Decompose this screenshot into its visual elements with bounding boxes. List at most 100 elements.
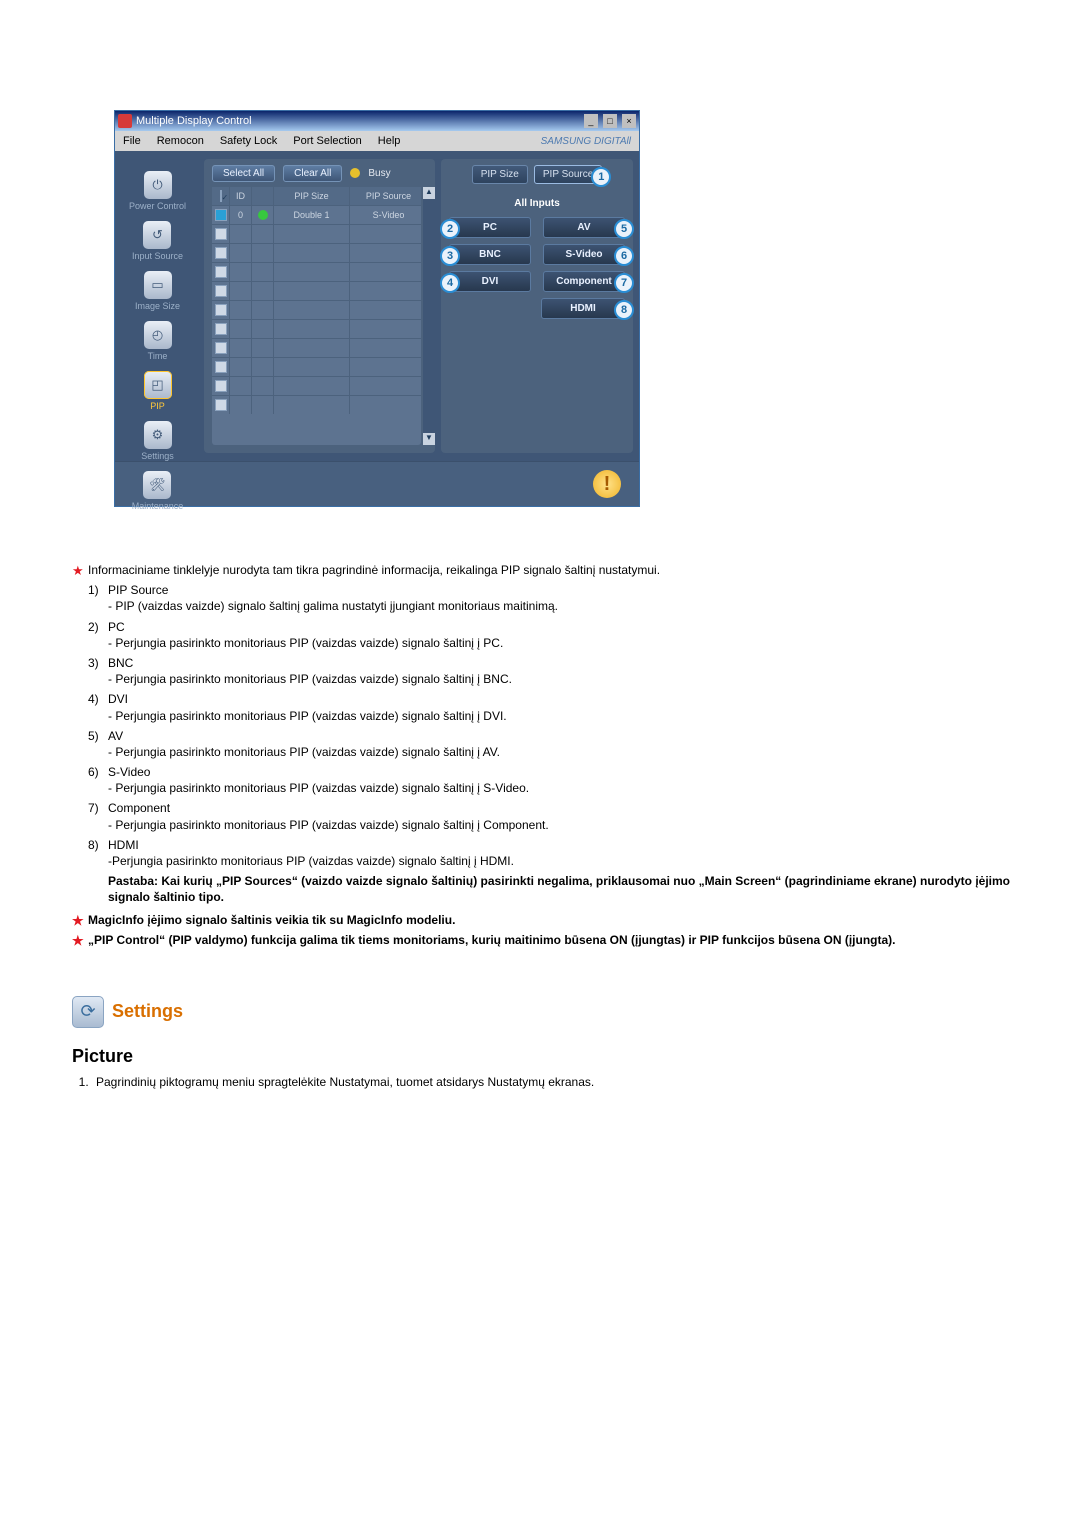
scroll-down-icon[interactable]: ▼ — [423, 433, 435, 445]
input-av-button[interactable]: AV5 — [543, 217, 625, 238]
input-component-button[interactable]: Component7 — [543, 271, 625, 292]
power-icon: ⏻ — [144, 171, 172, 199]
app-body: ⏻ Power Control ↺ Input Source ▭ Image S… — [115, 151, 639, 461]
time-icon: ◴ — [144, 321, 172, 349]
item-title: BNC — [108, 656, 133, 670]
row-checkbox[interactable] — [215, 209, 227, 221]
row-checkbox[interactable] — [215, 380, 227, 392]
item-title: PC — [108, 620, 125, 634]
sidebar-item-time[interactable]: ◴ Time — [144, 321, 172, 361]
sidebar-item-settings[interactable]: ⚙ Settings — [141, 421, 174, 461]
clear-all-button[interactable]: Clear All — [283, 165, 342, 182]
maximize-button[interactable]: □ — [603, 114, 617, 128]
item-desc: - Perjungia pasirinkto monitoriaus PIP (… — [72, 744, 1012, 760]
row-pip-size: Double 1 — [274, 206, 350, 224]
pip-source-label: PIP Source — [543, 169, 593, 180]
row-checkbox[interactable] — [215, 323, 227, 335]
row-checkbox[interactable] — [215, 399, 227, 411]
star-note-pipcontrol: „PIP Control“ (PIP valdymo) funkcija gal… — [72, 932, 1012, 948]
sidebar-item-pip[interactable]: ◰ PIP — [144, 371, 172, 411]
select-all-button[interactable]: Select All — [212, 165, 275, 182]
menu-help[interactable]: Help — [370, 135, 409, 147]
sidebar-item-label: Maintenance — [132, 501, 184, 511]
app-icon — [118, 114, 132, 128]
row-checkbox[interactable] — [215, 361, 227, 373]
item-desc: - Perjungia pasirinkto monitoriaus PIP (… — [72, 708, 1012, 724]
item-title: PIP Source — [108, 583, 168, 597]
table-row — [212, 243, 421, 262]
sidebar-item-label: Power Control — [129, 201, 186, 211]
window-controls: _ □ × — [582, 114, 636, 128]
grid-scrollbar[interactable]: ▲ ▼ — [423, 187, 435, 445]
settings-title: Settings — [112, 1001, 183, 1022]
picture-steps: Pagrindinių piktogramų meniu spragtelėki… — [68, 1075, 1012, 1089]
window-title: Multiple Display Control — [136, 115, 582, 127]
note-text: Pastaba: Kai kurių „PIP Sources“ (vaizdo… — [72, 873, 1012, 905]
scroll-up-icon[interactable]: ▲ — [423, 187, 435, 199]
titlebar: Multiple Display Control _ □ × — [115, 111, 639, 131]
input-hdmi-button[interactable]: HDMI8 — [541, 298, 625, 319]
badge-7: 7 — [614, 273, 634, 293]
table-row[interactable]: 0 Double 1 S-Video — [212, 205, 421, 224]
settings-icon: ⚙ — [144, 421, 172, 449]
item-desc: - PIP (vaizdas vaizde) signalo šaltinį g… — [72, 598, 1012, 614]
menu-file[interactable]: File — [115, 135, 149, 147]
sidebar-item-maintenance[interactable]: 🛠 Maintenance — [132, 471, 184, 511]
row-checkbox[interactable] — [215, 266, 227, 278]
item-title: AV — [108, 729, 123, 743]
sidebar-item-label: Image Size — [135, 301, 180, 311]
badge-2: 2 — [440, 219, 460, 239]
item-num: 3) — [88, 655, 108, 671]
star-note-magicinfo: MagicInfo įėjimo signalo šaltinis veikia… — [72, 912, 1012, 928]
badge-5: 5 — [614, 219, 634, 239]
item-num: 4) — [88, 691, 108, 707]
table-row — [212, 281, 421, 300]
item-num: 7) — [88, 800, 108, 816]
close-button[interactable]: × — [622, 114, 636, 128]
sidebar-item-input-source[interactable]: ↺ Input Source — [132, 221, 183, 261]
col-pip-source: PIP Source — [350, 187, 428, 205]
pip-icon: ◰ — [144, 371, 172, 399]
picture-heading: Picture — [72, 1046, 1012, 1067]
col-id: ID — [230, 187, 252, 205]
sidebar-item-label: Input Source — [132, 251, 183, 261]
input-pc-button[interactable]: PC2 — [449, 217, 531, 238]
pip-size-button[interactable]: PIP Size — [472, 165, 528, 184]
item-desc: - Perjungia pasirinkto monitoriaus PIP (… — [72, 780, 1012, 796]
sidebar-item-image-size[interactable]: ▭ Image Size — [135, 271, 180, 311]
maintenance-icon: 🛠 — [143, 471, 171, 499]
row-checkbox[interactable] — [215, 228, 227, 240]
badge-8: 8 — [614, 300, 634, 320]
item-title: Component — [108, 801, 170, 815]
minimize-button[interactable]: _ — [584, 114, 598, 128]
row-checkbox[interactable] — [215, 342, 227, 354]
app-window: Multiple Display Control _ □ × File Remo… — [114, 110, 640, 507]
menu-port-selection[interactable]: Port Selection — [285, 135, 369, 147]
table-row — [212, 376, 421, 395]
settings-section-icon: ⟳ — [72, 996, 104, 1028]
badge-4: 4 — [440, 273, 460, 293]
sidebar-item-label: Settings — [141, 451, 174, 461]
item-desc: -Perjungia pasirinkto monitoriaus PIP (v… — [72, 853, 1012, 869]
all-inputs-label: All Inputs — [447, 198, 627, 209]
pip-source-button[interactable]: PIP Source 1 — [534, 165, 602, 184]
sidebar-item-power-control[interactable]: ⏻ Power Control — [129, 171, 186, 211]
input-svideo-button[interactable]: S-Video6 — [543, 244, 625, 265]
input-bnc-button[interactable]: BNC3 — [449, 244, 531, 265]
badge-6: 6 — [614, 246, 634, 266]
menu-remocon[interactable]: Remocon — [149, 135, 212, 147]
item-title: S-Video — [108, 765, 150, 779]
input-dvi-button[interactable]: DVI4 — [449, 271, 531, 292]
item-desc: - Perjungia pasirinkto monitoriaus PIP (… — [72, 671, 1012, 687]
item-num: 6) — [88, 764, 108, 780]
row-checkbox[interactable] — [215, 285, 227, 297]
badge-3: 3 — [440, 246, 460, 266]
row-checkbox[interactable] — [215, 247, 227, 259]
menu-safety-lock[interactable]: Safety Lock — [212, 135, 285, 147]
item-num: 8) — [88, 837, 108, 853]
table-row — [212, 395, 421, 414]
table-row — [212, 300, 421, 319]
row-checkbox[interactable] — [215, 304, 227, 316]
intro-text: Informaciniame tinklelyje nurodyta tam t… — [72, 562, 1012, 578]
busy-label: Busy — [368, 168, 390, 179]
